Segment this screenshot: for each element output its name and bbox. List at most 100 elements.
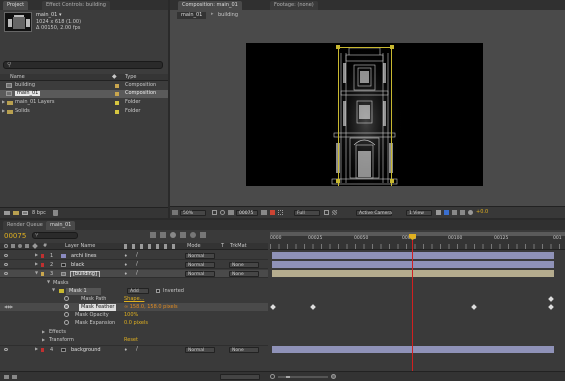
stopwatch-icon[interactable] xyxy=(64,296,69,301)
timeline-current-time[interactable]: 00075 xyxy=(4,233,26,240)
exposure-icon[interactable] xyxy=(468,210,473,215)
timeline-search-input[interactable]: ⚲ xyxy=(32,232,78,239)
disclosure-triangle-open-icon[interactable]: ▼ xyxy=(52,288,55,292)
switch-icon[interactable]: ♦ xyxy=(124,254,128,258)
keyframe-nav-icon[interactable]: ◀◆▶ xyxy=(4,305,13,309)
masks-group-row[interactable]: ▼ Masks xyxy=(0,279,268,287)
tab-effect-controls[interactable]: Effect Controls: building xyxy=(42,1,110,10)
toggle-pixel-icon[interactable] xyxy=(436,210,441,215)
zoom-dropdown[interactable]: 50% xyxy=(180,210,206,216)
mask-mode-dropdown[interactable]: Add xyxy=(127,288,149,294)
switch-icon[interactable]: ♦ xyxy=(124,272,128,276)
mask-prop-value[interactable]: 100% xyxy=(124,313,138,318)
layer-duration-bar[interactable] xyxy=(272,252,554,259)
layer-duration-bar[interactable] xyxy=(272,261,554,268)
mode-dropdown[interactable]: Normal xyxy=(185,347,215,353)
tab-render-queue[interactable]: Render Queue xyxy=(3,221,47,230)
transparency-grid-icon[interactable] xyxy=(332,210,337,215)
stopwatch-icon[interactable] xyxy=(64,320,69,325)
layer-name[interactable]: background xyxy=(71,348,101,353)
timeline-icon[interactable] xyxy=(452,210,457,215)
fast-previews-icon[interactable] xyxy=(444,210,449,215)
switch-icon[interactable]: ♦ xyxy=(124,348,128,352)
safe-zones-icon[interactable] xyxy=(212,210,217,215)
slider-thumb[interactable] xyxy=(286,376,290,378)
disclosure-triangle-icon[interactable]: ▶ xyxy=(42,330,45,334)
mask-visibility-icon[interactable] xyxy=(220,210,225,215)
timeline-zoom-slider[interactable] xyxy=(278,376,328,378)
flowchart-icon[interactable] xyxy=(460,210,465,215)
label-swatch[interactable] xyxy=(41,254,44,258)
expand-collapse-icon[interactable] xyxy=(4,375,9,379)
disclosure-triangle-open-icon[interactable]: ▼ xyxy=(47,280,50,284)
graph-editor-icon[interactable] xyxy=(200,232,206,238)
mask-vertex-handle[interactable] xyxy=(390,179,394,183)
mask-path-outline[interactable] xyxy=(338,47,392,186)
layer-row[interactable]: ▶ 4 background ♦ / Normal None xyxy=(0,345,268,353)
always-preview-icon[interactable] xyxy=(172,210,178,215)
column-type[interactable]: Type xyxy=(125,75,136,80)
label-swatch[interactable] xyxy=(41,263,44,267)
keyframe-marker[interactable] xyxy=(471,304,477,310)
grid-icon[interactable] xyxy=(278,210,283,215)
zoom-in-icon[interactable] xyxy=(331,374,336,379)
layer-row[interactable]: ▶ 2 black ♦ / Normal None xyxy=(0,261,268,269)
layer-name[interactable]: archi lines xyxy=(71,254,97,259)
trkmat-dropdown[interactable]: None xyxy=(229,347,259,353)
toggle-modes-button[interactable] xyxy=(220,374,260,380)
column-trkmat[interactable]: TrkMat xyxy=(230,244,247,249)
disclosure-triangle-icon[interactable]: ▶ xyxy=(2,109,5,113)
project-item-row[interactable]: ▶ main_01 Layers Folder xyxy=(0,99,168,107)
trkmat-dropdown[interactable]: None xyxy=(229,271,259,277)
effects-row[interactable]: ▶ Effects xyxy=(0,328,268,336)
tab-project[interactable]: Project xyxy=(3,1,29,10)
video-eye-icon[interactable] xyxy=(4,263,8,266)
mask-prop-value[interactable]: 0.0 pixels xyxy=(124,321,148,326)
mask-vertex-handle[interactable] xyxy=(336,179,340,183)
disclosure-triangle-open-icon[interactable]: ▼ xyxy=(35,271,38,275)
mask-prop-value[interactable]: Shape... xyxy=(124,297,144,302)
views-dropdown[interactable]: 1 View xyxy=(406,210,432,216)
trash-icon[interactable] xyxy=(53,210,58,216)
mode-dropdown[interactable]: Normal xyxy=(185,262,215,268)
keyframe-marker[interactable] xyxy=(270,304,276,310)
composition-viewer[interactable] xyxy=(246,43,483,186)
resolution-dropdown[interactable]: Full xyxy=(294,210,320,216)
stopwatch-icon[interactable] xyxy=(64,312,69,317)
keyframe-marker[interactable] xyxy=(548,296,554,302)
mask-opacity-row[interactable]: Mask Opacity 100% xyxy=(0,311,268,319)
camera-dropdown[interactable]: Active Camera xyxy=(356,210,392,216)
column-name[interactable]: Name xyxy=(10,75,25,80)
stopwatch-active-icon[interactable] xyxy=(64,304,69,309)
disclosure-triangle-icon[interactable]: ▶ xyxy=(2,100,5,104)
disclosure-triangle-icon[interactable]: ▶ xyxy=(42,338,45,342)
zoom-out-icon[interactable] xyxy=(270,374,275,379)
label-swatch[interactable] xyxy=(41,272,44,276)
transform-reset-link[interactable]: Reset xyxy=(124,338,138,343)
mask-feather-row[interactable]: ◀◆▶ Mask Feather ∞ 158.0, 158.0 pixels xyxy=(0,303,268,311)
draft-3d-icon[interactable] xyxy=(160,232,166,238)
video-eye-icon[interactable] xyxy=(4,254,8,257)
playhead-line[interactable] xyxy=(412,240,413,381)
switch-icon[interactable]: / xyxy=(136,270,138,276)
switch-icon[interactable]: ♦ xyxy=(124,263,128,267)
interpret-footage-icon[interactable] xyxy=(4,211,10,215)
layer-row[interactable]: ▶ 1 archi lines ♦ / Normal xyxy=(0,252,268,260)
mask-name[interactable]: Mask 1 xyxy=(66,288,101,295)
column-mode[interactable]: Mode xyxy=(187,244,201,249)
video-eye-icon[interactable] xyxy=(4,348,8,351)
bpc-button[interactable]: 8 bpc xyxy=(32,211,46,216)
motion-blur-icon[interactable] xyxy=(190,232,196,238)
column-layer-name[interactable]: Layer Name xyxy=(65,244,95,249)
disclosure-triangle-icon[interactable]: ▶ xyxy=(35,347,38,351)
roi-icon[interactable] xyxy=(324,210,329,215)
switch-icon[interactable]: / xyxy=(136,346,138,352)
mask-vertex-handle[interactable] xyxy=(390,45,394,49)
exposure-value[interactable]: +0.0 xyxy=(476,210,488,215)
disclosure-triangle-icon[interactable]: ▶ xyxy=(35,253,38,257)
layer-name[interactable]: black xyxy=(71,263,84,268)
label-swatch[interactable] xyxy=(41,348,44,352)
project-item-row[interactable]: building Composition xyxy=(0,82,168,90)
tab-composition[interactable]: Composition: main_01 xyxy=(178,1,242,10)
switch-icon[interactable]: / xyxy=(136,261,138,267)
